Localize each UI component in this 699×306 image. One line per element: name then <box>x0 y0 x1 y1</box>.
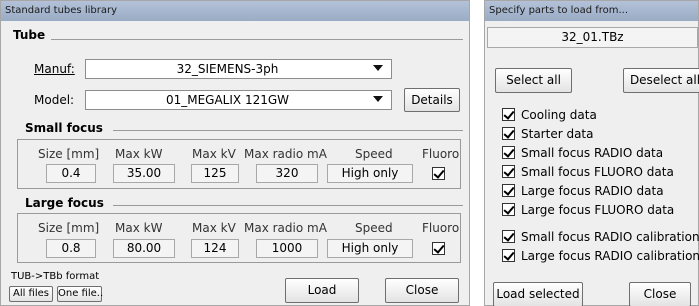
large-focus-title: Large focus <box>25 196 104 210</box>
part-checkbox[interactable] <box>502 127 515 140</box>
part-label: Small focus RADIO data <box>521 146 664 160</box>
small-size-value: 0.4 <box>46 164 96 183</box>
chevron-down-icon <box>373 65 383 71</box>
chevron-down-icon <box>373 96 383 102</box>
load-selected-button[interactable]: Load selected <box>493 282 583 306</box>
format-label: TUB->TBb format <box>11 271 100 282</box>
part-checkbox[interactable] <box>502 203 515 216</box>
large-maxma-value: 1000 <box>256 239 318 258</box>
load-button[interactable]: Load <box>285 278 359 303</box>
small-maxkv-value: 125 <box>191 164 239 183</box>
manuf-label: Manuf: <box>34 62 75 76</box>
filename-field: 32_01.TBz <box>487 27 698 48</box>
large-maxkv-header: Max kV <box>192 221 236 235</box>
dialog-close-button[interactable]: Close <box>629 282 691 306</box>
close-button[interactable]: Close <box>385 278 459 303</box>
small-speed-value: High only <box>327 164 413 183</box>
large-speed-header: Speed <box>355 221 393 235</box>
small-fluoro-checkbox[interactable] <box>432 167 445 180</box>
large-fluoro-checkbox[interactable] <box>432 242 445 255</box>
deselect-all-button[interactable]: Deselect all <box>623 68 699 93</box>
small-focus-divider <box>113 130 463 131</box>
part-label: Starter data <box>521 127 594 141</box>
one-file-button[interactable]: One file.. <box>57 286 103 302</box>
small-focus-title: Small focus <box>25 121 103 135</box>
dialog-title: Specify parts to load from... <box>485 1 698 21</box>
large-focus-divider <box>113 205 463 206</box>
large-fluoro-header: Fluoro <box>422 221 460 235</box>
manuf-combobox[interactable]: 32_SIEMENS-3ph <box>85 59 392 79</box>
small-fluoro-header: Fluoro <box>422 147 460 161</box>
large-maxkw-value: 80.00 <box>113 239 175 258</box>
part-checkbox[interactable] <box>502 230 515 243</box>
part-checkbox[interactable] <box>502 184 515 197</box>
large-maxkv-value: 124 <box>191 239 239 258</box>
parts-list: Cooling data Starter data Small focus RA… <box>502 107 699 267</box>
large-size-value: 0.8 <box>46 239 96 258</box>
tube-group-title: Tube <box>13 28 46 42</box>
part-label: Large focus RADIO calibration <box>521 249 699 263</box>
large-maxkw-header: Max kW <box>115 221 163 235</box>
small-maxma-value: 320 <box>256 164 318 183</box>
part-label: Small focus FLUORO data <box>521 165 674 179</box>
small-maxma-header: Max radio mA <box>244 147 327 161</box>
small-maxkw-header: Max kW <box>115 147 163 161</box>
model-label: Model: <box>34 93 75 107</box>
small-size-header: Size [mm] <box>38 147 100 161</box>
large-maxma-header: Max radio mA <box>244 221 327 235</box>
window-title: Standard tubes library <box>1 1 469 21</box>
part-checkbox[interactable] <box>502 108 515 121</box>
large-size-header: Size [mm] <box>38 221 100 235</box>
small-maxkw-value: 35.00 <box>113 164 175 183</box>
details-button[interactable]: Details <box>404 88 460 112</box>
all-files-button[interactable]: All files <box>9 286 53 302</box>
part-label: Large focus RADIO data <box>521 184 664 198</box>
part-checkbox[interactable] <box>502 249 515 262</box>
part-label: Small focus RADIO calibration <box>521 230 699 244</box>
tube-group-divider <box>51 39 463 40</box>
part-checkbox[interactable] <box>502 165 515 178</box>
small-maxkv-header: Max kV <box>192 147 236 161</box>
tubes-library-window: Standard tubes library Tube Manuf: 32_SI… <box>0 0 470 306</box>
large-speed-value: High only <box>327 239 413 258</box>
model-value: 01_MEGALIX 121GW <box>165 93 290 107</box>
part-label: Large focus FLUORO data <box>521 203 675 217</box>
part-checkbox[interactable] <box>502 146 515 159</box>
select-all-button[interactable]: Select all <box>495 68 572 93</box>
part-label: Cooling data <box>521 108 597 122</box>
model-combobox[interactable]: 01_MEGALIX 121GW <box>85 90 392 110</box>
parts-dialog: Specify parts to load from... 32_01.TBz … <box>484 0 699 306</box>
manuf-value: 32_SIEMENS-3ph <box>176 62 279 76</box>
small-speed-header: Speed <box>355 147 393 161</box>
